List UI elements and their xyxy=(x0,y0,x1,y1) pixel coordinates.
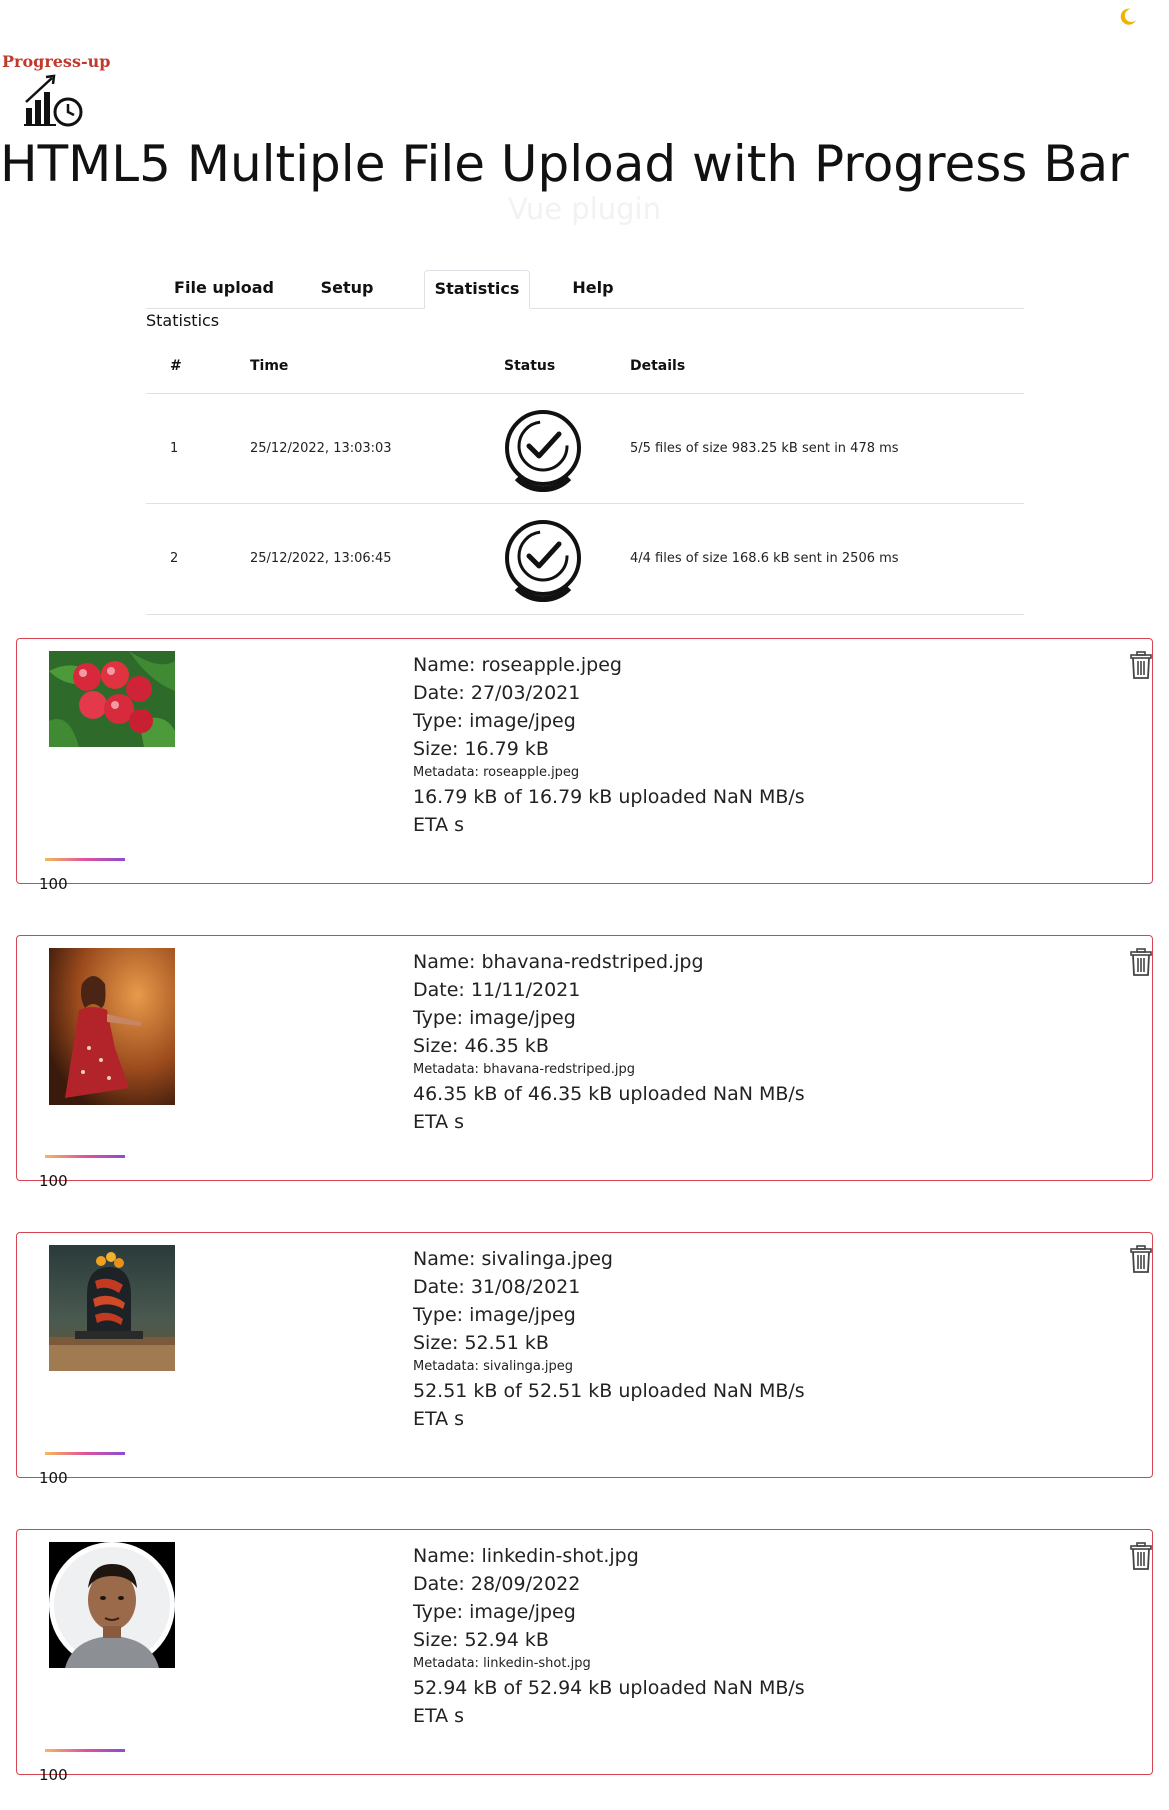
file-info: Name: sivalinga.jpeg Date: 31/08/2021 Ty… xyxy=(413,1245,813,1433)
file-info: Name: linkedin-shot.jpg Date: 28/09/2022… xyxy=(413,1542,813,1730)
upload-progress-bar xyxy=(45,1452,125,1455)
upload-progress-bar xyxy=(45,1155,125,1158)
upload-progress-fill xyxy=(45,1155,125,1158)
file-name: Name: bhavana-redstriped.jpg xyxy=(413,951,704,973)
file-info: Name: roseapple.jpeg Date: 27/03/2021 Ty… xyxy=(413,651,813,839)
file-type: Type: image/jpeg xyxy=(413,710,576,732)
check-circle-icon xyxy=(503,518,583,606)
file-thumbnail xyxy=(49,1542,175,1668)
moon-icon[interactable] xyxy=(1117,6,1139,28)
file-metadata: Metadata: bhavana-redstriped.jpg xyxy=(413,1062,635,1077)
row-details: 5/5 files of size 983.25 kB sent in 478 … xyxy=(630,441,899,456)
file-name: Name: sivalinga.jpeg xyxy=(413,1248,613,1270)
file-type: Type: image/jpeg xyxy=(413,1007,576,1029)
file-card: 100 Name: bhavana-redstriped.jpg Date: 1… xyxy=(16,935,1153,1190)
upload-progress-value: 100 xyxy=(39,1172,68,1190)
upload-progress-bar xyxy=(45,1749,125,1752)
file-metadata: Metadata: roseapple.jpeg xyxy=(413,765,580,780)
table-row: 1 25/12/2022, 13:03:03 5/5 files of size… xyxy=(146,393,1024,504)
row-time: 25/12/2022, 13:03:03 xyxy=(250,441,392,456)
statistics-heading: Statistics xyxy=(146,311,220,330)
file-name: Name: linkedin-shot.jpg xyxy=(413,1545,639,1567)
upload-progress-value: 100 xyxy=(39,875,68,893)
tab-setup[interactable]: Setup xyxy=(296,270,398,306)
file-thumbnail xyxy=(49,948,175,1105)
tab-file-upload[interactable]: File upload xyxy=(168,270,280,306)
column-header-number: # xyxy=(170,358,182,374)
upload-progress-fill xyxy=(45,858,125,861)
row-time: 25/12/2022, 13:06:45 xyxy=(250,551,392,566)
file-upload-status: 52.51 kB of 52.51 kB uploaded NaN MB/s E… xyxy=(413,1380,805,1430)
trash-icon[interactable] xyxy=(1129,651,1153,679)
check-circle-icon xyxy=(503,408,583,496)
file-upload-status: 16.79 kB of 16.79 kB uploaded NaN MB/s E… xyxy=(413,786,805,836)
trash-icon[interactable] xyxy=(1129,1245,1153,1273)
column-header-status: Status xyxy=(504,358,556,374)
file-type: Type: image/jpeg xyxy=(413,1601,576,1623)
file-date: Date: 31/08/2021 xyxy=(413,1276,581,1298)
file-card: 100 Name: roseapple.jpeg Date: 27/03/202… xyxy=(16,638,1153,893)
tab-help[interactable]: Help xyxy=(546,270,640,306)
trash-icon[interactable] xyxy=(1129,1542,1153,1570)
tab-bar: File upload Setup Statistics Help xyxy=(146,270,1024,309)
row-number: 1 xyxy=(170,441,179,456)
logo[interactable]: Progress-up xyxy=(0,52,110,132)
upload-progress-bar xyxy=(45,858,125,861)
upload-progress-fill xyxy=(45,1749,125,1752)
file-card: 100 Name: sivalinga.jpeg Date: 31/08/202… xyxy=(16,1232,1153,1487)
file-date: Date: 27/03/2021 xyxy=(413,682,581,704)
file-name: Name: roseapple.jpeg xyxy=(413,654,622,676)
file-card: 100 Name: linkedin-shot.jpg Date: 28/09/… xyxy=(16,1529,1153,1784)
file-type: Type: image/jpeg xyxy=(413,1304,576,1326)
file-info: Name: bhavana-redstriped.jpg Date: 11/11… xyxy=(413,948,813,1136)
file-thumbnail xyxy=(49,1245,175,1371)
trash-icon[interactable] xyxy=(1129,948,1153,976)
file-metadata: Metadata: sivalinga.jpeg xyxy=(413,1359,574,1374)
file-size: Size: 52.94 kB xyxy=(413,1629,549,1651)
column-header-details: Details xyxy=(630,358,686,374)
page-subtitle: Vue plugin xyxy=(507,192,661,226)
row-number: 2 xyxy=(170,551,179,566)
upload-progress-value: 100 xyxy=(39,1469,68,1487)
file-size: Size: 16.79 kB xyxy=(413,738,549,760)
page-title: HTML5 Multiple File Upload with Progress… xyxy=(0,135,1129,193)
file-date: Date: 11/11/2021 xyxy=(413,979,581,1001)
row-details: 4/4 files of size 168.6 kB sent in 2506 … xyxy=(630,551,899,566)
upload-progress-value: 100 xyxy=(39,1766,68,1784)
file-size: Size: 46.35 kB xyxy=(413,1035,549,1057)
file-date: Date: 28/09/2022 xyxy=(413,1573,581,1595)
logo-text: Progress-up xyxy=(2,52,111,71)
chart-clock-icon xyxy=(22,74,88,132)
file-thumbnail xyxy=(49,651,175,747)
tab-statistics[interactable]: Statistics xyxy=(424,270,530,309)
file-upload-status: 52.94 kB of 52.94 kB uploaded NaN MB/s E… xyxy=(413,1677,805,1727)
table-row: 2 25/12/2022, 13:06:45 4/4 files of size… xyxy=(146,503,1024,615)
file-upload-status: 46.35 kB of 46.35 kB uploaded NaN MB/s E… xyxy=(413,1083,805,1133)
file-size: Size: 52.51 kB xyxy=(413,1332,549,1354)
column-header-time: Time xyxy=(250,358,289,374)
upload-progress-fill xyxy=(45,1452,125,1455)
file-metadata: Metadata: linkedin-shot.jpg xyxy=(413,1656,591,1671)
